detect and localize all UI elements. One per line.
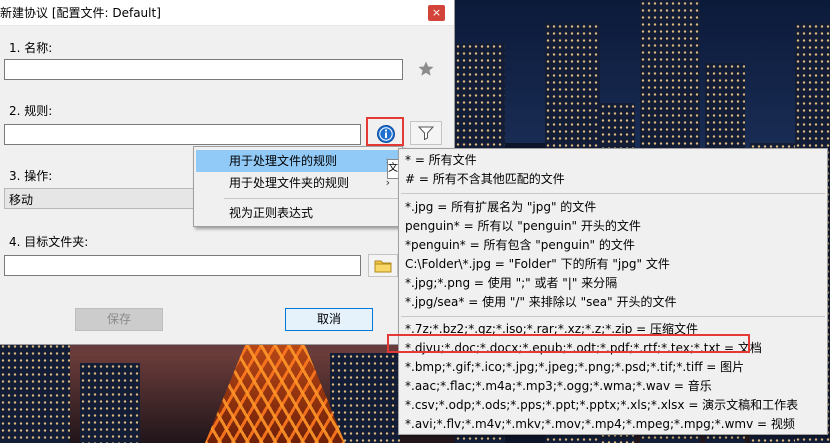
menu-item-label: 用于处理文件夹的规则 <box>229 176 350 190</box>
submenu-item[interactable]: *.avi;*.flv;*.m4v;*.mkv;*.mov;*.mp4;*.mp… <box>405 415 823 434</box>
rule-input[interactable] <box>4 124 361 145</box>
info-icon <box>377 124 395 143</box>
action-label: 3. 操作: <box>9 169 53 183</box>
menu-item-label: 视为正则表达式 <box>229 206 314 220</box>
name-input[interactable] <box>4 59 403 80</box>
filter-button[interactable] <box>410 121 442 145</box>
submenu-item[interactable]: C:\Folder\*.jpg = "Folder" 下的所有 "jpg" 文件 <box>405 255 823 274</box>
menu-separator <box>224 198 398 199</box>
star-icon <box>418 61 434 76</box>
target-folder-label: 4. 目标文件夹: <box>9 235 89 249</box>
dialog-title: 新建协议 [配置文件: Default] <box>0 6 161 20</box>
submenu-item[interactable]: penguin* = 所有以 "penguin" 开头的文件 <box>405 217 823 236</box>
menu-item-folder-rules[interactable]: 用于处理文件夹的规则 › <box>196 172 400 194</box>
menu-item-regex[interactable]: 视为正则表达式 <box>196 202 400 224</box>
submenu-item[interactable]: * = 所有文件 <box>405 151 823 170</box>
close-icon: × <box>431 6 442 19</box>
menu-item-label: 用于处理文件的规则 <box>229 154 338 168</box>
action-select-value: 移动 <box>9 193 34 207</box>
target-folder-input[interactable] <box>4 255 361 276</box>
name-label: 1. 名称: <box>9 41 53 55</box>
favorite-button[interactable] <box>414 58 438 80</box>
submenu-item[interactable]: *.jpg;*.png = 使用 ";" 或者 "|" 来分隔 <box>405 274 823 293</box>
submenu-item[interactable]: *.jpg = 所有扩展名为 "jpg" 的文件 <box>405 198 823 217</box>
menu-item-file-rules[interactable]: 用于处理文件的规则 › <box>196 150 400 172</box>
filter-icon <box>418 126 434 140</box>
rule-help-button[interactable] <box>370 121 402 146</box>
cancel-button[interactable]: 取消 <box>285 308 373 331</box>
submenu-item-documents[interactable]: *.djvu;*.doc;*.docx;*.epub;*.odt;*.pdf;*… <box>405 339 823 358</box>
rule-label: 2. 规则: <box>9 104 53 118</box>
file-rules-submenu: * = 所有文件 # = 所有不含其他匹配的文件 *.jpg = 所有扩展名为 … <box>398 148 828 435</box>
rule-help-menu: 用于处理文件的规则 › 用于处理文件夹的规则 › 视为正则表达式 <box>193 146 403 227</box>
submenu-item[interactable]: *.aac;*.flac;*.m4a;*.mp3;*.ogg;*.wma;*.w… <box>405 377 823 396</box>
browse-folder-button[interactable] <box>368 254 398 277</box>
submenu-item[interactable]: *.bmp;*.gif;*.ico;*.jpg;*.jpeg;*.png;*.p… <box>405 358 823 377</box>
submenu-item[interactable]: *.7z;*.bz2;*.gz;*.iso;*.rar;*.xz;*.z;*.z… <box>405 320 823 339</box>
dialog-titlebar[interactable]: 新建协议 [配置文件: Default] <box>0 0 454 26</box>
folder-icon <box>374 260 392 272</box>
submenu-item[interactable]: # = 所有不含其他匹配的文件 <box>405 170 823 189</box>
submenu-item[interactable]: *penguin* = 所有包含 "penguin" 的文件 <box>405 236 823 255</box>
submenu-separator <box>401 316 825 317</box>
submenu-item[interactable]: *.csv;*.odp;*.ods;*.pps;*.ppt;*.pptx;*.x… <box>405 396 823 415</box>
close-button[interactable]: × <box>428 5 445 21</box>
submenu-item[interactable]: *.jpg/sea* = 使用 "/" 来排除以 "sea" 开头的文件 <box>405 293 823 312</box>
submenu-separator <box>401 193 825 194</box>
action-select[interactable]: 移动 <box>4 188 194 209</box>
save-button[interactable]: 保存 <box>75 308 163 331</box>
